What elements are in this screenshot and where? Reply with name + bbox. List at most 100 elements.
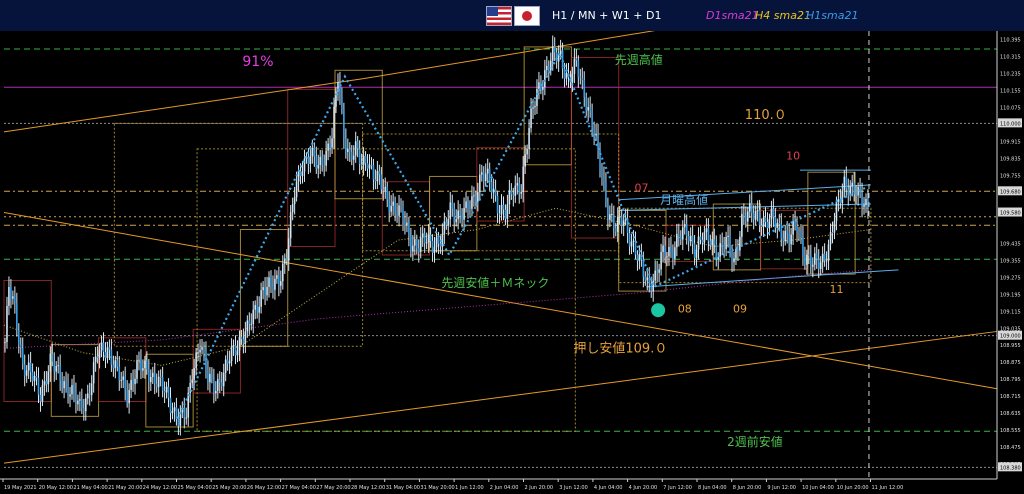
candle-body-288: [571, 73, 574, 83]
candle-body-183: [364, 155, 367, 164]
candle-body-329: [652, 280, 655, 292]
candle-body-18: [39, 394, 42, 402]
candle-body-250: [496, 195, 499, 214]
candle-body-357: [707, 228, 710, 241]
price-tick-label-8: 109.755: [1000, 173, 1021, 179]
candle-body-149: [297, 171, 300, 182]
candle-body-269: [534, 105, 536, 108]
candle-body-64: [130, 380, 132, 390]
candle-body-289: [573, 58, 576, 74]
candle-body-56: [114, 360, 117, 369]
candle-body-120: [240, 336, 243, 340]
candle-body-295: [585, 97, 588, 111]
candle-body-163: [325, 150, 327, 166]
candle-body-80: [161, 377, 164, 391]
candle-body-45: [92, 362, 95, 384]
candle-body-97: [195, 352, 197, 369]
candle-body-180: [358, 148, 361, 165]
trendline-1: [362, 31, 656, 80]
price-tick-label-16: 109.115: [1000, 309, 1021, 315]
candle-body-376: [745, 215, 747, 222]
candle-body-31: [65, 381, 67, 385]
candle-body-421: [833, 221, 836, 233]
candle-body-38: [79, 399, 81, 401]
candle-body-425: [841, 190, 844, 203]
candle-body-191: [380, 174, 383, 190]
annotation-1: 先週高値: [615, 52, 663, 67]
price-tick-label-2: 110.235: [1000, 71, 1021, 77]
candle-body-395: [782, 238, 785, 242]
candle-body-302: [599, 148, 601, 171]
candle-body-410: [811, 264, 814, 267]
candle-body-335: [664, 245, 666, 257]
candle-body-171: [341, 95, 343, 109]
candle-body-342: [678, 233, 680, 237]
candle-body-235: [467, 201, 469, 209]
time-tick-label-20: 8 Jun 04:00: [698, 485, 727, 491]
candle-body-393: [778, 223, 781, 225]
candle-body-187: [372, 165, 375, 180]
candle-body-7: [17, 329, 20, 345]
time-tick-label-5: 25 May 04:00: [178, 485, 212, 491]
candle-body-343: [679, 236, 682, 240]
candle-body-290: [575, 58, 578, 61]
candle-body-322: [638, 254, 641, 261]
candle-body-279: [553, 46, 556, 53]
jp-flag-icon: [514, 6, 540, 26]
candle-body-37: [77, 400, 79, 405]
candle-body-428: [847, 188, 850, 196]
candle-body-158: [315, 156, 318, 169]
candle-body-248: [492, 189, 495, 193]
candle-body-234: [465, 201, 467, 208]
candle-body-112: [224, 359, 227, 373]
candle-body-92: [185, 417, 188, 419]
candle-body-433: [857, 186, 859, 196]
time-tick-label-25: 11 Jun 12:00: [872, 485, 904, 491]
candle-body-140: [280, 281, 282, 286]
candle-body-91: [183, 407, 186, 418]
candle-body-436: [863, 204, 865, 207]
trendline-4: [618, 184, 871, 201]
candle-body-338: [670, 246, 672, 253]
candle-body-138: [276, 275, 278, 279]
candle-body-262: [520, 191, 523, 194]
candle-body-353: [699, 236, 702, 240]
candle-body-82: [165, 386, 168, 393]
candle-body-46: [94, 356, 97, 363]
candle-body-107: [215, 390, 217, 394]
candle-body-381: [754, 210, 757, 220]
candle-body-63: [128, 389, 130, 404]
price-chart[interactable]: 91% 先週高値 110.０ 10 07 月曜高値先週安値＋Ｍネック 08 09 11 押し安値1…: [0, 31, 1024, 494]
candle-body-426: [843, 176, 846, 191]
moving-averages: [3, 207, 871, 366]
candle-body-124: [248, 320, 251, 325]
trendlines: [3, 31, 998, 464]
candle-body-21: [45, 381, 48, 385]
candle-body-277: [549, 60, 552, 71]
candle-body-162: [323, 164, 325, 166]
candle-body-166: [331, 138, 333, 148]
h4-sma-line: [3, 207, 871, 366]
candle-body-387: [766, 221, 769, 229]
candle-body-33: [69, 394, 71, 397]
candle-body-77: [155, 383, 158, 388]
price-tick-label-4: 110.075: [1000, 105, 1021, 111]
candle-body-314: [622, 220, 625, 226]
candle-body-224: [445, 221, 448, 225]
candle-body-296: [587, 106, 589, 111]
candle-body-110: [220, 382, 223, 387]
candle-body-284: [563, 68, 566, 79]
candle-body-360: [713, 239, 716, 245]
candle-body-355: [703, 232, 706, 243]
candle-body-334: [662, 245, 664, 252]
candle-body-65: [132, 380, 134, 385]
price-tick-label-11: 109.580: [1000, 211, 1021, 217]
candle-body-155: [309, 156, 312, 165]
candle-body-231: [459, 210, 461, 216]
candle-body-369: [731, 252, 733, 263]
candle-body-69: [140, 359, 142, 371]
candle-body-150: [299, 171, 302, 176]
candle-body-432: [855, 194, 857, 196]
candle-body-217: [431, 240, 434, 253]
candle-body-336: [666, 256, 668, 258]
